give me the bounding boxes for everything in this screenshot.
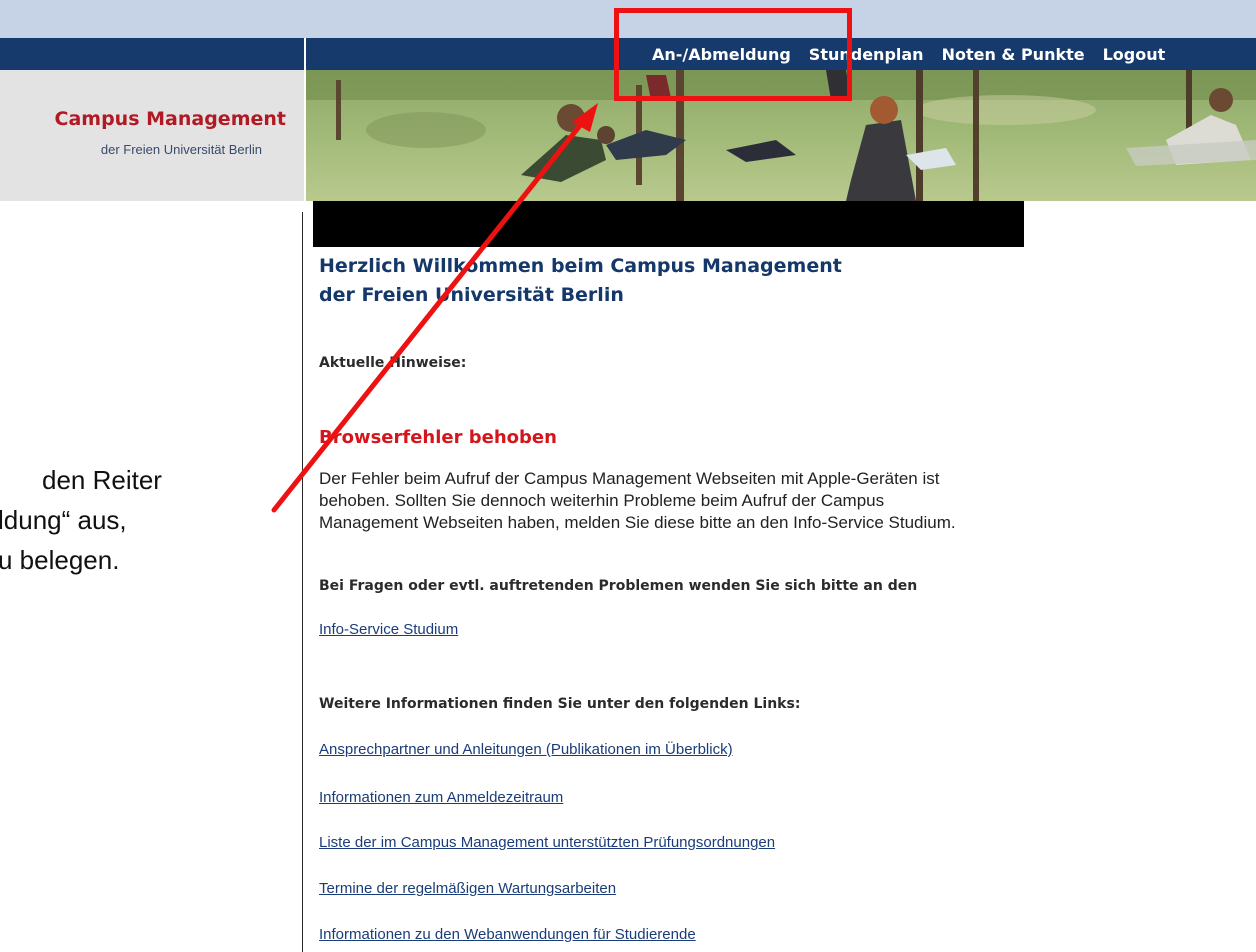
- banner-photo: [306, 70, 1256, 201]
- welcome-line-1: Herzlich Willkommen beim Campus Manageme…: [319, 255, 842, 277]
- nav-divider: [304, 38, 306, 70]
- campus-management-logo[interactable]: Campus Management der Freien Universität…: [0, 70, 304, 201]
- link-wartungsarbeiten[interactable]: Termine der regelmäßigen Wartungsarbeite…: [319, 880, 616, 897]
- welcome-line-2: der Freien Universität Berlin: [319, 284, 624, 306]
- nav-an-abmeldung[interactable]: An-/Abmeldung: [652, 45, 791, 64]
- info-service-link[interactable]: Info-Service Studium: [319, 621, 458, 638]
- link-pruefungsordnungen[interactable]: Liste der im Campus Management unterstüt…: [319, 834, 775, 851]
- campus-banner-image: [306, 70, 1256, 201]
- notice-body: Der Fehler beim Aufruf der Campus Manage…: [319, 468, 1254, 534]
- logo-subtitle: der Freien Universität Berlin: [100, 142, 262, 157]
- nav-logout[interactable]: Logout: [1103, 45, 1166, 64]
- questions-text: Bei Fragen oder evtl. auftretenden Probl…: [319, 578, 918, 594]
- redacted-user-info: [313, 201, 1024, 247]
- content-divider: [302, 212, 303, 952]
- link-anmeldezeitraum[interactable]: Informationen zum Anmeldezeitraum: [319, 789, 563, 806]
- main-navigation: An-/Abmeldung Stundenplan Noten & Punkte…: [652, 38, 1183, 70]
- more-info-text: Weitere Informationen finden Sie unter d…: [319, 696, 801, 712]
- logo-title: Campus Management: [54, 108, 286, 130]
- annotation-text: den Reiter ldung“ aus, u belegen.: [0, 460, 300, 580]
- annotation-line-2: ldung“ aus,: [0, 505, 127, 535]
- top-strip: [0, 0, 1256, 38]
- notice-line-1: Der Fehler beim Aufruf der Campus Manage…: [319, 469, 940, 488]
- notice-line-2: behoben. Sollten Sie dennoch weiterhin P…: [319, 491, 885, 510]
- annotation-line-1: den Reiter: [42, 465, 162, 495]
- notice-heading: Browserfehler behoben: [319, 427, 557, 448]
- current-notes-label: Aktuelle Hinweise:: [319, 355, 467, 371]
- welcome-heading: Herzlich Willkommen beim Campus Manageme…: [319, 252, 842, 310]
- annotation-line-3: u belegen.: [0, 545, 120, 575]
- nav-noten-punkte[interactable]: Noten & Punkte: [942, 45, 1085, 64]
- nav-stundenplan[interactable]: Stundenplan: [809, 45, 924, 64]
- link-ansprechpartner[interactable]: Ansprechpartner und Anleitungen (Publika…: [319, 741, 733, 758]
- link-webanwendungen[interactable]: Informationen zu den Webanwendungen für …: [319, 926, 696, 943]
- notice-line-3: Management Webseiten haben, melden Sie d…: [319, 513, 956, 532]
